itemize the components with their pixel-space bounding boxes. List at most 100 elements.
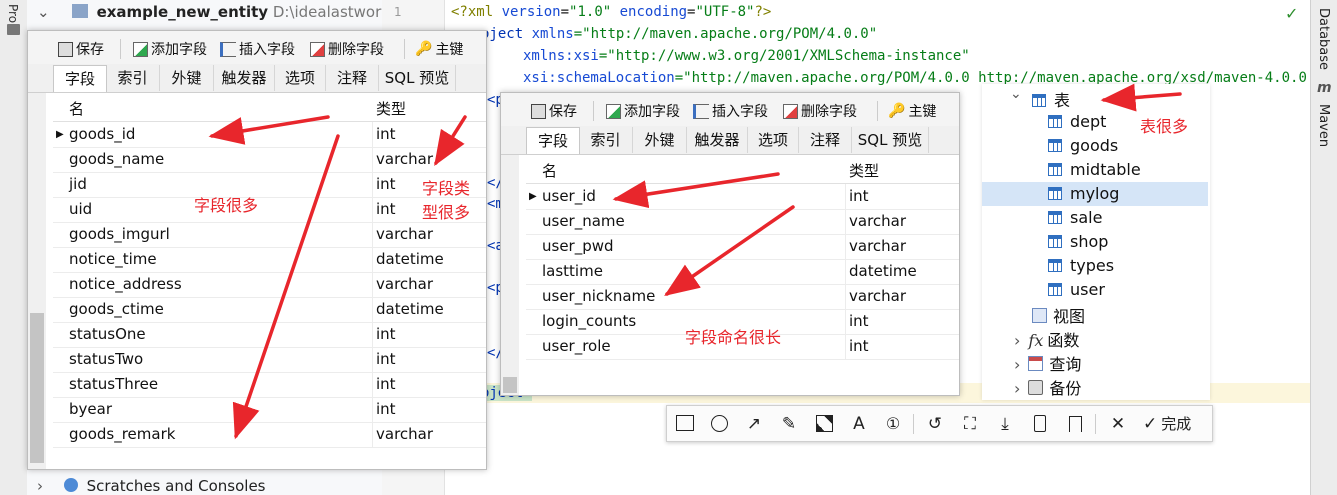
field-type[interactable]: datetime [376, 297, 444, 322]
insert-field-button[interactable]: 插入字段 [693, 101, 768, 121]
scrollbar-thumb[interactable] [503, 377, 517, 393]
table-row[interactable]: goods_ctime datetime [53, 297, 486, 323]
field-type[interactable]: int [849, 334, 869, 359]
scratches-row[interactable]: › Scratches and Consoles [37, 477, 266, 495]
tab-indexes[interactable]: 索引 [579, 127, 633, 153]
field-type[interactable]: int [376, 347, 396, 372]
field-type[interactable]: int [376, 397, 396, 422]
tree-table-goods[interactable]: goods [982, 134, 1208, 158]
field-type[interactable]: datetime [376, 247, 444, 272]
field-type[interactable]: int [376, 372, 396, 397]
pen-icon[interactable]: ✎ [778, 413, 800, 435]
vertical-scrollbar[interactable] [501, 155, 519, 395]
tab-sql-preview[interactable]: SQL 预览 [379, 65, 456, 91]
chevron-right-icon[interactable]: › [1014, 355, 1020, 374]
field-name[interactable]: login_counts [542, 309, 636, 334]
field-name[interactable]: user_name [542, 209, 625, 234]
insert-field-button[interactable]: 插入字段 [220, 39, 295, 59]
table-row[interactable]: byear int [53, 397, 486, 423]
field-name[interactable]: statusTwo [69, 347, 143, 372]
save-button[interactable]: 保存 [531, 101, 577, 121]
close-icon[interactable]: ✕ [1107, 413, 1129, 435]
field-name[interactable]: goods_imgurl [69, 222, 170, 247]
field-type[interactable]: varchar [849, 284, 906, 309]
column-header-type[interactable]: 类型 [849, 159, 879, 183]
project-strip-icon[interactable] [7, 24, 20, 35]
table-row[interactable]: ▶ user_id int [526, 184, 959, 210]
tab-comments[interactable]: 注释 [326, 65, 379, 91]
tree-node-backups[interactable]: › 备份 [1014, 375, 1081, 399]
tab-foreign-keys[interactable]: 外键 [160, 65, 214, 91]
add-field-button[interactable]: 添加字段 [133, 39, 207, 59]
tab-sql-preview[interactable]: SQL 预览 [852, 127, 929, 153]
field-name[interactable]: notice_address [69, 272, 182, 297]
field-name[interactable]: byear [69, 397, 112, 422]
table-row[interactable]: goods_remark varchar [53, 422, 486, 448]
tab-indexes[interactable]: 索引 [106, 65, 160, 91]
project-tool-label[interactable]: Pro [6, 4, 20, 23]
scrollbar-thumb[interactable] [30, 313, 44, 463]
field-type[interactable]: int [376, 122, 396, 147]
tab-triggers[interactable]: 触发器 [687, 127, 748, 153]
field-name[interactable]: statusOne [69, 322, 146, 347]
tab-options[interactable]: 选项 [275, 65, 326, 91]
chevron-down-icon[interactable]: ⌄ [1010, 86, 1022, 102]
tree-node-functions[interactable]: › fx 函数 [1014, 327, 1079, 351]
circle-icon[interactable] [708, 413, 730, 435]
field-name[interactable]: jid [69, 172, 87, 197]
field-type[interactable]: int [849, 184, 869, 209]
column-header-name[interactable]: 名 [542, 159, 557, 183]
table-row[interactable]: statusOne int [53, 322, 486, 348]
tab-triggers[interactable]: 触发器 [214, 65, 275, 91]
field-name[interactable]: goods_name [69, 147, 164, 172]
tree-table-sale[interactable]: sale [982, 206, 1208, 230]
tree-table-midtable[interactable]: midtable [982, 158, 1208, 182]
tab-fields[interactable]: 字段 [53, 65, 107, 92]
primary-key-button[interactable]: 🔑 主键 [415, 39, 463, 59]
maven-tool-label[interactable]: Maven [1316, 104, 1331, 147]
field-name[interactable]: goods_remark [69, 422, 175, 447]
tree-table-mylog[interactable]: mylog [982, 182, 1208, 206]
field-name[interactable]: goods_ctime [69, 297, 164, 322]
project-module-row[interactable]: ⌄ example_new_entity D:\idealastwork\exa [37, 3, 422, 21]
table-row[interactable]: statusThree int [53, 372, 486, 398]
field-type[interactable]: varchar [376, 422, 433, 447]
chevron-right-icon[interactable]: › [37, 477, 55, 495]
done-button[interactable]: ✓ 完成 [1143, 413, 1191, 435]
tab-comments[interactable]: 注释 [799, 127, 852, 153]
text-icon[interactable]: A [848, 413, 870, 435]
table-row[interactable]: user_name varchar [526, 209, 959, 235]
chevron-right-icon[interactable]: › [1014, 379, 1020, 398]
field-type[interactable]: int [376, 172, 396, 197]
table-row[interactable]: notice_address varchar [53, 272, 486, 298]
column-header-type[interactable]: 类型 [376, 97, 406, 121]
tree-table-shop[interactable]: shop [982, 230, 1208, 254]
tab-options[interactable]: 选项 [748, 127, 799, 153]
field-name[interactable]: lasttime [542, 259, 603, 284]
table-row[interactable]: statusTwo int [53, 347, 486, 373]
delete-field-button[interactable]: 删除字段 [310, 39, 384, 59]
field-name[interactable]: user_nickname [542, 284, 655, 309]
table-row[interactable]: lasttime datetime [526, 259, 959, 285]
field-type[interactable]: varchar [376, 222, 433, 247]
bookmark-icon[interactable] [1064, 413, 1086, 435]
tree-table-user[interactable]: user [982, 278, 1208, 302]
field-type[interactable]: int [376, 197, 396, 222]
primary-key-button[interactable]: 🔑 主键 [888, 101, 936, 121]
rectangle-icon[interactable] [674, 413, 696, 435]
table-row[interactable]: user_nickname varchar [526, 284, 959, 310]
table-row[interactable]: notice_time datetime [53, 247, 486, 273]
field-type[interactable]: datetime [849, 259, 917, 284]
arrow-icon[interactable]: ↗ [743, 413, 765, 435]
field-name[interactable]: user_role [542, 334, 611, 359]
undo-icon[interactable]: ↺ [924, 413, 946, 435]
number-icon[interactable]: ① [882, 413, 904, 435]
field-type[interactable]: varchar [376, 272, 433, 297]
table-row[interactable]: user_pwd varchar [526, 234, 959, 260]
pin-icon[interactable] [1029, 413, 1051, 435]
save-button[interactable]: 保存 [58, 39, 104, 59]
field-type[interactable]: varchar [849, 209, 906, 234]
field-name[interactable]: goods_id [69, 122, 135, 147]
mosaic-icon[interactable] [813, 413, 835, 435]
field-name[interactable]: statusThree [69, 372, 158, 397]
